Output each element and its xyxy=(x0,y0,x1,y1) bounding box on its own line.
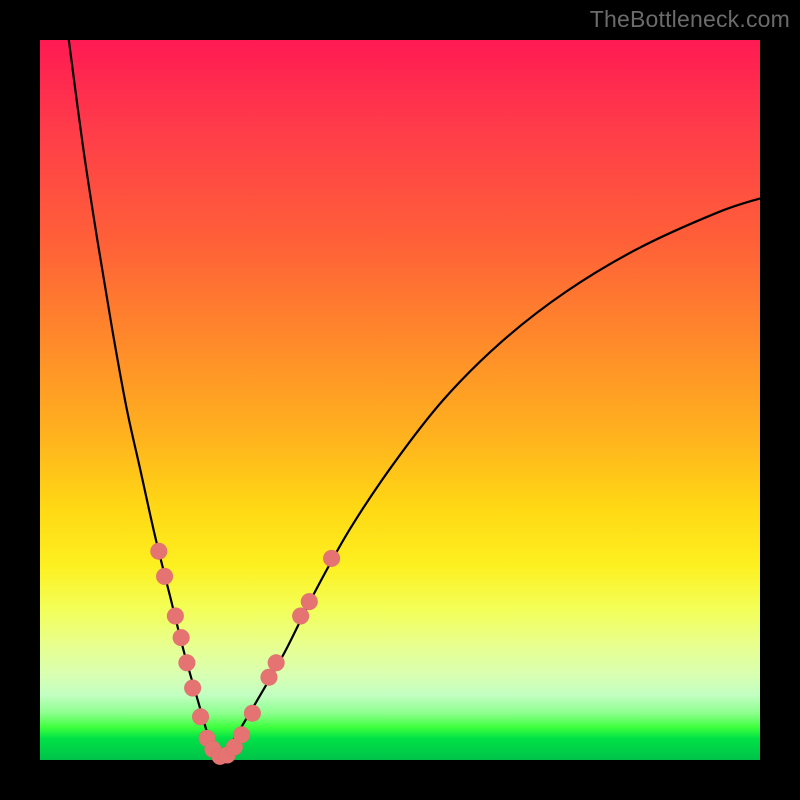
data-point xyxy=(233,726,250,743)
data-point xyxy=(173,629,190,646)
data-point xyxy=(244,705,261,722)
data-point xyxy=(184,680,201,697)
data-point xyxy=(167,608,184,625)
plot-area xyxy=(40,40,760,760)
chart-frame: TheBottleneck.com xyxy=(0,0,800,800)
curve-layer xyxy=(40,40,760,760)
curve-right xyxy=(220,198,760,760)
data-point xyxy=(301,593,318,610)
data-point xyxy=(156,568,173,585)
data-point xyxy=(323,550,340,567)
data-point xyxy=(268,654,285,671)
data-point xyxy=(150,543,167,560)
watermark-text: TheBottleneck.com xyxy=(590,6,790,33)
data-point xyxy=(292,608,309,625)
curve-left xyxy=(69,40,220,760)
data-point xyxy=(178,654,195,671)
scatter-dots xyxy=(150,543,340,765)
data-point xyxy=(192,708,209,725)
